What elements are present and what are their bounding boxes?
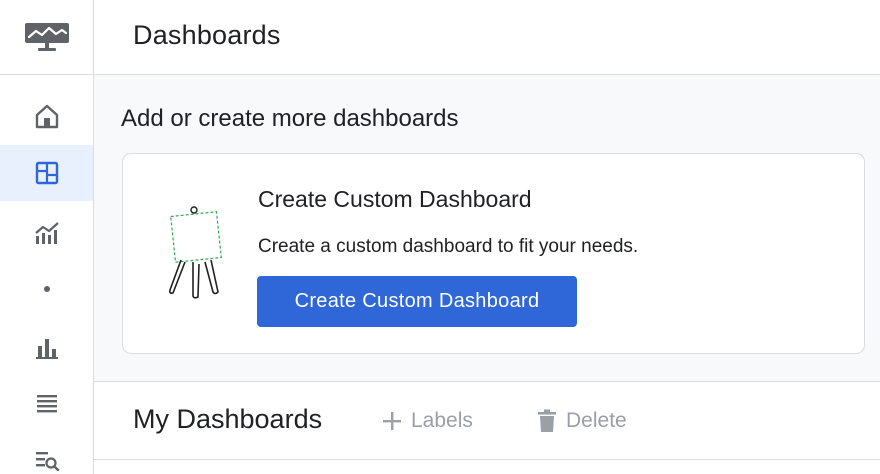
nav-rail: [0, 0, 94, 474]
labels-button[interactable]: Labels: [382, 406, 473, 436]
delete-button-label: Delete: [566, 409, 627, 432]
nav-item-list[interactable]: [0, 375, 93, 431]
list-icon: [36, 395, 57, 413]
app-root: Dashboards Add or create more dashboards…: [0, 0, 880, 474]
home-icon: [35, 104, 58, 129]
create-custom-dashboard-button[interactable]: Create Custom Dashboard: [257, 276, 577, 327]
app-logo[interactable]: [0, 0, 93, 75]
nav-item-dot[interactable]: [0, 261, 93, 317]
create-custom-dashboard-card: Create Custom Dashboard Create a custom …: [122, 153, 865, 354]
dot-icon: [43, 286, 50, 292]
delete-button[interactable]: Delete: [537, 406, 627, 436]
trash-icon: [537, 409, 557, 433]
page-title: Dashboards: [133, 20, 281, 50]
nav-item-bar-chart[interactable]: [0, 320, 93, 376]
nav-item-log-search[interactable]: [0, 432, 93, 474]
easel-illustration-icon: [169, 206, 222, 299]
plus-icon: [382, 411, 402, 431]
card-description: Create a custom dashboard to fit your ne…: [258, 236, 639, 257]
analytics-chart-icon: [34, 222, 59, 244]
labels-button-label: Labels: [411, 409, 473, 432]
monitoring-logo-icon: [24, 23, 69, 51]
card-title: Create Custom Dashboard: [258, 186, 532, 212]
nav-item-home[interactable]: [0, 88, 93, 144]
add-dashboards-heading: Add or create more dashboards: [121, 105, 459, 132]
my-dashboards-toolbar: My Dashboards Labels Delete: [94, 382, 880, 460]
bar-chart-icon: [35, 339, 58, 359]
nav-item-metrics[interactable]: [0, 205, 93, 261]
my-dashboards-title: My Dashboards: [133, 404, 323, 434]
search-list-icon: [35, 452, 59, 471]
page-header: Dashboards: [94, 0, 880, 75]
add-dashboards-section: Add or create more dashboards Create Cus…: [94, 75, 880, 382]
nav-item-dashboards[interactable]: [0, 145, 93, 201]
dashboard-icon: [35, 161, 58, 185]
